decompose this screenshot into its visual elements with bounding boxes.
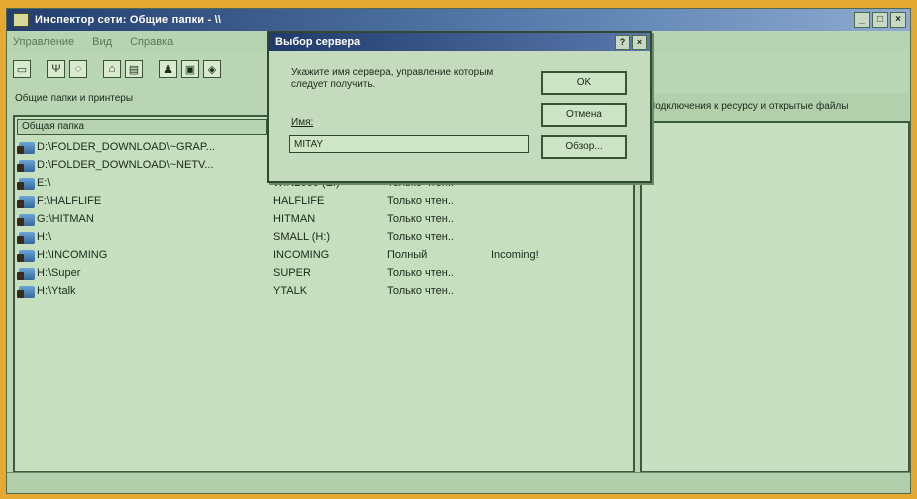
window-title: Инспектор сети: Общие папки - \\ [35,14,222,26]
maximize-button[interactable]: □ [872,12,888,28]
shared-folder-icon [17,178,35,190]
share-access: Только чтен.. [387,231,454,243]
share-resource: HALFLIFE [273,195,325,207]
cancel-button[interactable]: Отмена [541,103,627,127]
computer-icon[interactable]: ▭ [13,60,31,78]
menu-help[interactable]: Справка [130,36,173,48]
minimize-button[interactable]: _ [854,12,870,28]
column-header-share[interactable]: Общая папка [17,119,267,135]
table-row[interactable]: H:\Super SUPER Только чтен.. [15,265,633,283]
shared-folder-icon [17,268,35,280]
shared-folder-icon [17,214,35,226]
ok-button[interactable]: OK [541,71,627,95]
connections-pane[interactable] [640,121,910,473]
shared-folder-icon [17,250,35,262]
share-path: F:\HALFLIFE [37,195,102,207]
share-resource: INCOMING [273,249,330,261]
section-label: Общие папки и принтеры [15,93,134,104]
help-button[interactable]: ? [615,35,630,50]
share-resource: SUPER [273,267,311,279]
main-window: Инспектор сети: Общие папки - \\ _ □ × У… [6,8,911,494]
share-access: Только чтен.. [387,213,454,225]
server-name-input[interactable] [289,135,529,153]
share-access: Полный [387,249,428,261]
dialog-close-button[interactable]: × [632,35,647,50]
share-path: G:\HITMAN [37,213,94,225]
share-resource: HITMAN [273,213,316,225]
open-files-icon[interactable]: ▣ [181,60,199,78]
browse-button[interactable]: Обзор... [541,135,627,159]
share-path: H:\ [37,231,52,243]
app-icon [13,13,29,27]
properties-icon[interactable]: ◈ [203,60,221,78]
select-server-dialog: Выбор сервера ? × Укажите имя сервера, у… [267,31,652,183]
dialog-title: Выбор сервера [275,36,361,48]
table-row[interactable]: H:\INCOMING INCOMING Полный Incoming! [15,247,633,265]
shared-folder-icon [17,160,35,172]
table-row[interactable]: F:\HALFLIFE HALFLIFE Только чтен.. [15,193,633,211]
title-bar[interactable]: Инспектор сети: Общие папки - \\ _ □ × [7,9,910,31]
users-icon[interactable]: ♟ [159,60,177,78]
dialog-controls: ? × [615,35,647,50]
menu-manage[interactable]: Управление [13,36,74,48]
share-path: H:\Ytalk [37,285,76,297]
dialog-title-bar[interactable]: Выбор сервера ? × [269,33,650,51]
disabled-icon[interactable]: ◌ [69,60,87,78]
dialog-description: Укажите имя сервера, управление которым … [291,67,494,90]
menu-view[interactable]: Вид [92,36,112,48]
share-access: Только чтен.. [387,195,454,207]
right-pane-header: Подключения к ресурсу и открытые файлы [640,93,908,121]
shared-folder-icon [17,232,35,244]
table-row[interactable]: G:\HITMAN HITMAN Только чтен.. [15,211,633,229]
tree-icon[interactable]: Ψ [47,60,65,78]
shared-folder-icon [17,286,35,298]
share-path: D:\FOLDER_DOWNLOAD\~GRAP... [37,141,215,153]
close-button[interactable]: × [890,12,906,28]
share-path: D:\FOLDER_DOWNLOAD\~NETV... [37,159,214,171]
window-controls: _ □ × [854,12,906,28]
shared-folder-icon [17,142,35,154]
share-access: Только чтен.. [387,267,454,279]
status-bar [7,472,910,493]
toolbar: ▭ Ψ ◌ ⌂ ▤ ♟ ▣ ◈ [13,56,221,82]
share-folder-icon[interactable]: ⌂ [103,60,121,78]
share-resource: YTALK [273,285,308,297]
folder-icon[interactable]: ▤ [125,60,143,78]
table-row[interactable]: H:\ SMALL (H:) Только чтен.. [15,229,633,247]
share-path: E:\ [37,177,51,189]
share-access: Только чтен.. [387,285,454,297]
share-path: H:\INCOMING [37,249,108,261]
shared-folder-icon [17,196,35,208]
table-row[interactable]: H:\Ytalk YTALK Только чтен.. [15,283,633,301]
share-resource: SMALL (H:) [273,231,331,243]
share-path: H:\Super [37,267,81,279]
server-name-label: Имя: [291,117,314,128]
share-comment: Incoming! [491,249,539,261]
